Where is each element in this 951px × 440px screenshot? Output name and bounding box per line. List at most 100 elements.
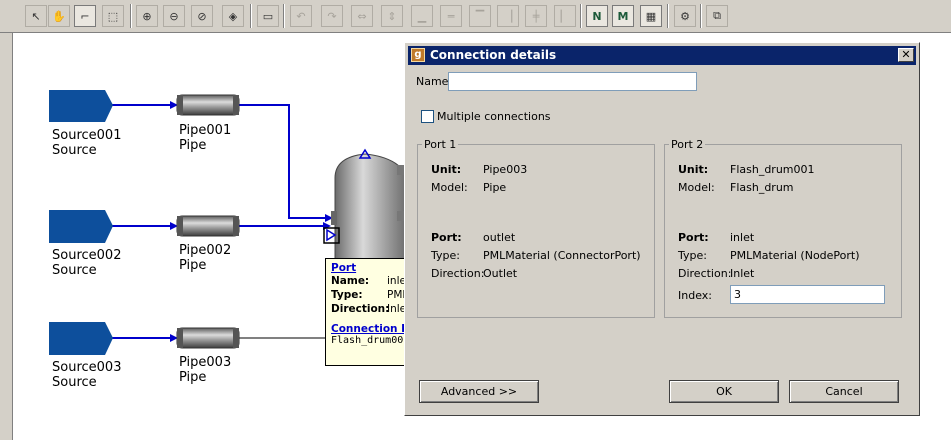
- rotate-left-button: ↶: [290, 5, 312, 27]
- source003-unit[interactable]: [49, 322, 113, 355]
- cancel-button[interactable]: Cancel: [789, 380, 899, 403]
- index-input[interactable]: [730, 285, 885, 304]
- toolbar-separator: [700, 4, 702, 28]
- rotate-right-button: ↷: [321, 5, 343, 27]
- tooltip-row-type: Type:PMLMaterial: [331, 289, 419, 301]
- stream-pipe002-flashdrum[interactable]: [239, 222, 331, 230]
- pointer-button[interactable]: ↖: [25, 5, 47, 27]
- flip-vertical-button: ⇕: [381, 5, 403, 27]
- zoom-fit-button[interactable]: ◈: [222, 5, 244, 27]
- zoom-window-icon: ⊘: [197, 9, 207, 23]
- port1-unit-row: Unit: Pipe003: [431, 163, 528, 176]
- align-top-icon: ▔: [475, 9, 485, 23]
- source003-label: Source003 Source: [52, 360, 122, 390]
- name-label: Name: [416, 75, 449, 88]
- align-right-icon: ▕: [503, 9, 513, 23]
- flip-horizontal-icon: ⇔: [357, 9, 367, 23]
- show-names-button[interactable]: N: [586, 5, 608, 27]
- source002-label: Source002 Source: [52, 248, 122, 278]
- zoom-window-button[interactable]: ⊘: [191, 5, 213, 27]
- pipe003-unit[interactable]: [176, 327, 240, 349]
- toolbar-separator: [250, 4, 252, 28]
- pipe001-unit[interactable]: [176, 94, 240, 116]
- tooltip-connection-code: Flash_drum001.inlet: [331, 335, 419, 346]
- show-models-icon: M: [617, 9, 629, 23]
- align-bottom-button: ▁: [411, 5, 433, 27]
- show-names-icon: N: [592, 9, 602, 23]
- index-label: Index:: [678, 289, 712, 302]
- stream-source003-pipe003[interactable]: [111, 334, 178, 342]
- source001-label: Source001 Source: [52, 128, 122, 158]
- window-button[interactable]: ▭: [257, 5, 279, 27]
- port1-legend: Port 1: [424, 138, 457, 151]
- multiple-connections-checkbox[interactable]: [421, 110, 434, 123]
- port1-model-row: Model: Pipe: [431, 181, 507, 194]
- pipe002-unit[interactable]: [176, 215, 240, 237]
- stream-source002-pipe002[interactable]: [111, 222, 178, 230]
- export-icon: ⧉: [713, 9, 721, 22]
- inlet-port-marker: [326, 228, 337, 242]
- pointer-icon: ↖: [31, 9, 41, 23]
- align-center-icon: ╪: [532, 9, 540, 23]
- hand-pan-icon: ✋: [52, 9, 66, 23]
- name-input[interactable]: [448, 72, 697, 91]
- show-models-button[interactable]: M: [612, 5, 634, 27]
- stream-pipe001-flashdrum[interactable]: [239, 104, 333, 222]
- toolbar-separator: [667, 4, 669, 28]
- flip-horizontal-button: ⇔: [351, 5, 373, 27]
- align-middle-button: ═: [440, 5, 462, 27]
- port2-direction-row: Direction:Inlet: [678, 267, 755, 280]
- select-region-button[interactable]: ⬚: [102, 5, 124, 27]
- toolbar-separator: [283, 4, 285, 28]
- zoom-out-icon: ⊖: [169, 9, 179, 23]
- connection-details-dialog: g Connection details ✕ Name Multiple con…: [404, 42, 920, 416]
- export-button[interactable]: ⧉: [706, 5, 728, 27]
- dialog-title: Connection details: [430, 48, 557, 62]
- connect-button[interactable]: ⌐: [74, 5, 96, 27]
- rotate-left-icon: ↶: [296, 9, 306, 23]
- port2-type-row: Type: PMLMaterial (NodePort): [678, 249, 860, 262]
- close-button[interactable]: ✕: [898, 48, 914, 62]
- rotate-right-icon: ↷: [327, 9, 337, 23]
- toolbar: ↖ ✋ ⌐ ⬚ ⊕ ⊖ ⊘ ◈ ▭ ↶ ↷ ⇔ ⇕ ▁ ═ ▔ ▕ ╪ ▏ N M ▦ ⚙ ⧉: [0, 0, 951, 33]
- tooltip-row-direction: Direction:Inlet: [331, 303, 411, 315]
- align-left-icon: ▏: [560, 9, 570, 23]
- port1-type-row: Type: PMLMaterial (ConnectorPort): [431, 249, 641, 262]
- zoom-out-button[interactable]: ⊖: [163, 5, 185, 27]
- app-icon: g: [411, 48, 425, 62]
- source002-unit[interactable]: [49, 210, 113, 243]
- tooltip-row-name: Name: inlet: [331, 275, 411, 287]
- align-top-button: ▔: [469, 5, 491, 27]
- tooltip-connection-ports-link[interactable]: Connection Ports: [331, 323, 419, 335]
- align-bottom-icon: ▁: [417, 9, 427, 23]
- toolbar-separator: [130, 4, 132, 28]
- advanced-button[interactable]: Advanced >>: [419, 380, 539, 403]
- grid-icon: ▦: [645, 9, 657, 23]
- pipe003-label: Pipe003 Pipe: [179, 355, 232, 385]
- port2-unit-row: Unit: Flash_drum001: [678, 163, 815, 176]
- source001-unit[interactable]: [49, 90, 113, 122]
- port2-port-row: Port: inlet: [678, 231, 755, 244]
- align-right-button: ▕: [497, 5, 519, 27]
- properties-icon: ⚙: [680, 9, 690, 23]
- select-region-icon: ⬚: [107, 9, 119, 23]
- properties-button[interactable]: ⚙: [674, 5, 696, 27]
- port1-direction-row: Direction:Outlet: [431, 267, 518, 280]
- stream-source001-pipe001[interactable]: [111, 101, 178, 109]
- tooltip-title[interactable]: Port: [331, 262, 414, 274]
- flip-vertical-icon: ⇕: [387, 9, 397, 23]
- zoom-fit-icon: ◈: [228, 9, 238, 23]
- close-icon: ✕: [901, 48, 911, 61]
- grid-button[interactable]: ▦: [640, 5, 662, 27]
- zoom-in-button[interactable]: ⊕: [136, 5, 158, 27]
- multiple-connections-label: Multiple connections: [437, 110, 551, 123]
- window-icon: ▭: [262, 9, 274, 23]
- dialog-titlebar[interactable]: g Connection details ✕: [408, 46, 916, 65]
- ok-button[interactable]: OK: [669, 380, 779, 403]
- toolbar-separator: [580, 4, 582, 28]
- pipe002-label: Pipe002 Pipe: [179, 243, 232, 273]
- hand-pan-button[interactable]: ✋: [48, 5, 70, 27]
- align-middle-icon: ═: [447, 9, 455, 23]
- align-left-button: ▏: [554, 5, 576, 27]
- connect-icon: ⌐: [80, 9, 90, 23]
